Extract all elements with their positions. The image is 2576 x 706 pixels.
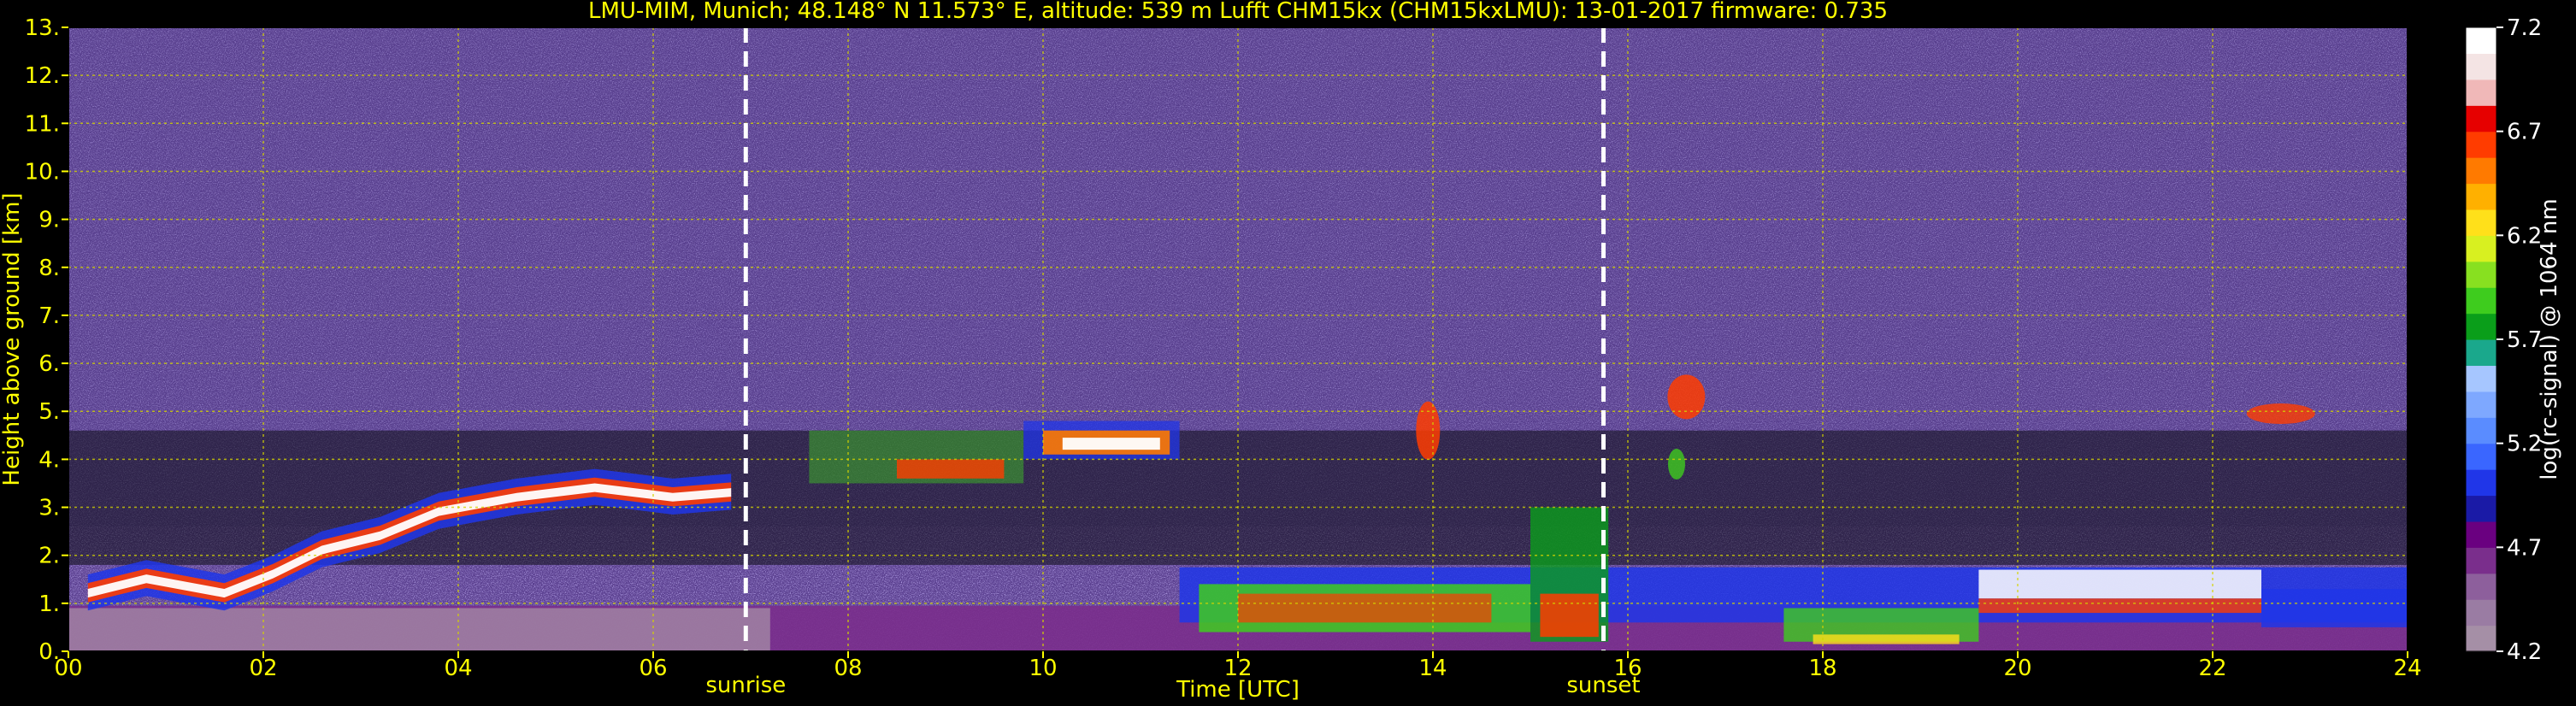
- x-tick-label: 04: [444, 656, 472, 681]
- colorbar-label: log(rc-signal) @ 1064 nm: [2537, 198, 2562, 479]
- x-tick-label: 20: [2003, 656, 2031, 681]
- y-axis-label: Height above ground [km]: [0, 192, 25, 485]
- colorbar-segment: [2466, 573, 2496, 600]
- sunset-label: sunset: [1566, 673, 1640, 698]
- colorbar-segment: [2466, 261, 2496, 288]
- x-tick-label: 24: [2393, 656, 2421, 681]
- colorbar-segment: [2466, 469, 2496, 497]
- boundary-top-white: [1978, 569, 2261, 599]
- y-tick-label: 10.: [25, 159, 60, 185]
- y-tick-label: 5.: [38, 399, 60, 425]
- colorbar-segment: [2466, 131, 2496, 158]
- colorbar-tick-label: 6.7: [2507, 120, 2542, 145]
- cloud-d: [1667, 374, 1706, 420]
- cloud-c: [1416, 401, 1441, 460]
- x-tick-label: 22: [2198, 656, 2226, 681]
- x-tick-label: 18: [1808, 656, 1836, 681]
- title: LMU-MIM, Munich; 48.148° N 11.573° E, al…: [588, 0, 1888, 24]
- boundary-layer-red: [1238, 593, 1492, 623]
- colorbar-tick-label: 4.7: [2507, 535, 2542, 561]
- x-tick-label: 10: [1029, 656, 1057, 681]
- y-tick-label: 2.: [38, 544, 60, 569]
- cloud-f: [2246, 403, 2315, 425]
- colorbar-segment: [2466, 313, 2496, 340]
- sunrise-label: sunrise: [705, 673, 786, 698]
- surface-layer-light: [68, 608, 770, 651]
- cloud-a-core: [897, 459, 1005, 479]
- colorbar-segment: [2466, 547, 2496, 574]
- cloud-e: [1668, 449, 1685, 479]
- y-tick-label: 9.: [38, 208, 60, 233]
- colorbar-segment: [2466, 53, 2496, 80]
- ceilometer-figure: LMU-MIM, Munich; 48.148° N 11.573° E, al…: [0, 0, 2576, 706]
- x-axis-label: Time [UTC]: [1176, 677, 1300, 703]
- y-tick-label: 12.: [25, 63, 60, 89]
- colorbar-segment: [2466, 235, 2496, 262]
- fog-core: [1813, 634, 1960, 644]
- colorbar-segment: [2466, 417, 2496, 444]
- colorbar-segment: [2466, 443, 2496, 470]
- colorbar-segment: [2466, 105, 2496, 132]
- x-tick-label: 08: [834, 656, 862, 681]
- colorbar-segment: [2466, 209, 2496, 236]
- colorbar-segment: [2466, 391, 2496, 418]
- ceilometer-chart: LMU-MIM, Munich; 48.148° N 11.573° E, al…: [0, 0, 2562, 703]
- colorbar-segment: [2466, 339, 2496, 367]
- boundary-top-red: [1978, 598, 2261, 614]
- plot-area: [68, 27, 2408, 651]
- y-axis: 0.1.2.3.4.5.6.7.8.9.10.11.12.13.: [25, 15, 68, 665]
- x-tick-label: 14: [1418, 656, 1447, 681]
- colorbar-segment: [2466, 287, 2496, 315]
- x-tick-label: 02: [249, 656, 277, 681]
- y-tick-label: 7.: [38, 303, 60, 329]
- colorbar-segment: [2466, 27, 2496, 55]
- colorbar-segment: [2466, 521, 2496, 548]
- colorbar-tick-label: 4.2: [2507, 639, 2542, 665]
- clear-air-zone: [68, 430, 2408, 565]
- y-tick-label: 3.: [38, 496, 60, 521]
- colorbar-segment: [2466, 599, 2496, 627]
- y-tick-label: 6.: [38, 351, 60, 377]
- convective-core: [1540, 593, 1599, 638]
- colorbar-segment: [2466, 183, 2496, 210]
- y-tick-label: 13.: [25, 15, 60, 41]
- y-tick-label: 11.: [25, 111, 60, 137]
- colorbar: 4.24.75.25.76.26.77.2: [2465, 15, 2542, 665]
- cloud-b-core: [1062, 438, 1160, 450]
- x-tick-label: 06: [639, 656, 667, 681]
- x-tick-label: 00: [54, 656, 82, 681]
- colorbar-segment: [2466, 157, 2496, 185]
- y-tick-label: 8.: [38, 256, 60, 281]
- colorbar-segment: [2466, 495, 2496, 522]
- colorbar-segment: [2466, 625, 2496, 652]
- y-tick-label: 1.: [38, 591, 60, 617]
- boundary-blue-late: [2261, 589, 2408, 627]
- chart-title: LMU-MIM, Munich; 48.148° N 11.573° E, al…: [588, 0, 1888, 24]
- y-tick-label: 4.: [38, 447, 60, 473]
- colorbar-segment: [2466, 79, 2496, 106]
- colorbar-segment: [2466, 365, 2496, 392]
- colorbar-tick-label: 7.2: [2507, 15, 2542, 41]
